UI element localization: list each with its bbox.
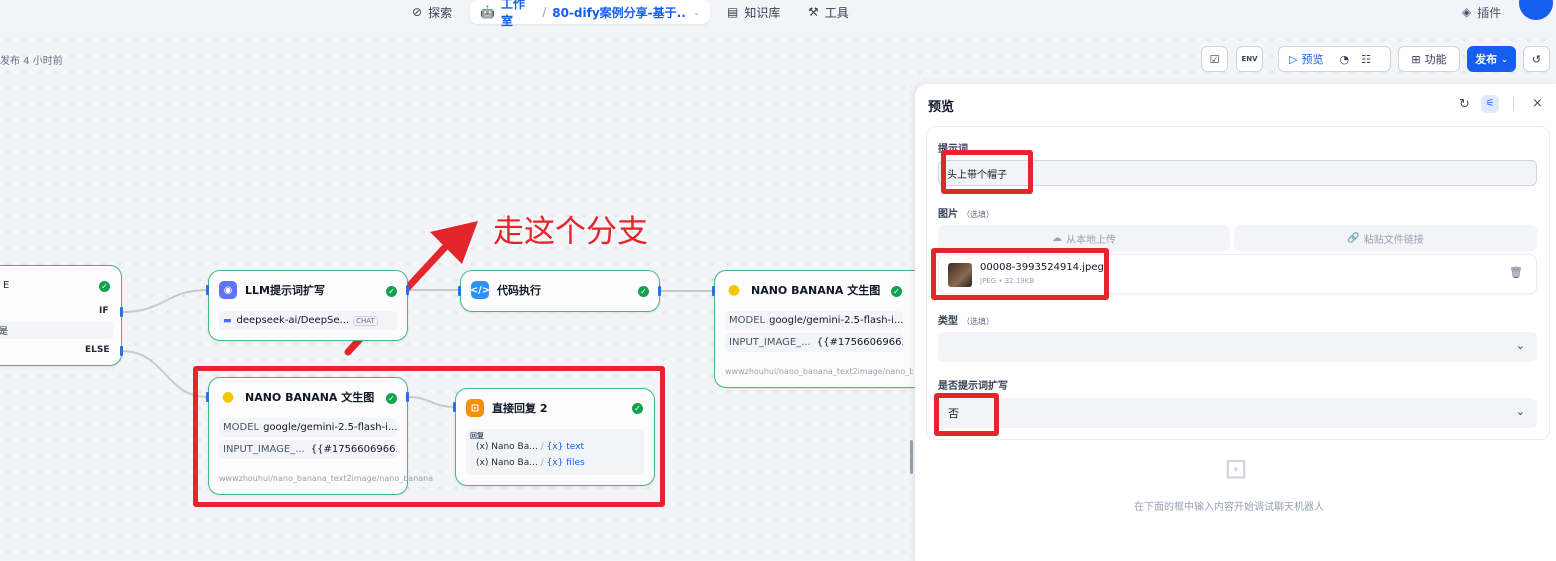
check-icon: ✓ [638, 286, 649, 297]
cube-icon: ◈ [1462, 5, 1472, 19]
edge-if-llm [121, 289, 209, 313]
image-label-text: 图片 [938, 209, 958, 220]
else-handle[interactable] [120, 346, 123, 356]
llm-node-header: ◉ LLM提示词扩写 [219, 281, 325, 299]
restart-icon[interactable]: ↻ [1459, 97, 1470, 112]
nav-plugins[interactable]: ◈ 插件 [1462, 2, 1501, 22]
llm-model-name: deepseek-ai/DeepSe... [236, 315, 350, 326]
type-label: 类型 （选填） [938, 312, 994, 327]
close-icon[interactable]: × [1532, 96, 1543, 111]
type-label-text: 类型 [938, 316, 958, 327]
nano-top-model-field: MODEL google/gemini-2.5-flash-i... [725, 311, 903, 330]
upload-local-label: 从本地上传 [1066, 234, 1116, 246]
upload-cloud-icon: ☁ [1052, 232, 1062, 244]
model-value: google/gemini-2.5-flash-i... [769, 315, 903, 326]
banana-icon: ● [727, 282, 741, 298]
link-icon: 🔗 [1347, 232, 1360, 244]
publish-button[interactable]: 发布 ⌄ [1467, 46, 1516, 72]
env-variables-button[interactable]: ENV [1236, 46, 1263, 72]
llm-input-handle[interactable] [206, 285, 209, 295]
code-output-handle[interactable] [658, 286, 661, 296]
trash-icon[interactable]: 🗑 [1509, 266, 1523, 279]
condition-row: 是 [0, 322, 113, 339]
preview-button[interactable]: 预览 [1301, 51, 1323, 67]
preview-title: 预览 [928, 100, 955, 115]
model-label: MODEL [729, 315, 766, 326]
if-else-node[interactable]: ✓ E IF 是 ELSE [0, 265, 122, 366]
llm-output-handle[interactable] [406, 285, 409, 295]
divider [1513, 96, 1514, 110]
code-node-header: </> 代码执行 [470, 281, 541, 299]
chatbot-icon: ⊡ [1224, 452, 1248, 485]
check-icon: ✓ [99, 281, 110, 292]
llm-model-field: ▬ deepseek-ai/DeepSe... CHAT [219, 311, 397, 330]
history-icon: ↺ [1531, 52, 1542, 66]
preview-toolbar-group: ▷ 预览 ◔ ☷ [1278, 46, 1391, 72]
nano-top-header: ● NANO BANANA 文生图 [725, 281, 880, 299]
annotation-highlight-branch [193, 366, 665, 507]
nano-top-input-field: INPUT_IMAGE_... {{#1756606966... [725, 333, 903, 352]
input-value: {{#1756606966... [816, 337, 903, 348]
chevron-down-icon: ⌄ [1515, 339, 1525, 352]
code-node-title: 代码执行 [497, 284, 541, 297]
env-icon: ENV [1241, 55, 1258, 63]
nano-top-source: wwwzhouhui/nano_banana_text2image/nano_b [725, 367, 913, 376]
if-handle[interactable] [120, 307, 123, 317]
nav-plugins-label: 插件 [1477, 5, 1502, 20]
panel-resize-handle[interactable] [910, 440, 913, 474]
llm-icon: ◉ [219, 281, 237, 299]
if-node-title-partial: E [3, 280, 10, 291]
version-history-button[interactable]: ↺ [1523, 46, 1550, 72]
list-icon[interactable]: ☷ [1361, 53, 1371, 66]
annotation-highlight-file [931, 248, 1109, 300]
type-select[interactable]: ⌄ [938, 332, 1537, 362]
checklist-button[interactable]: ☑ [1201, 46, 1228, 72]
history-run-icon[interactable]: ◔ [1339, 53, 1349, 66]
if-label: IF [99, 306, 109, 316]
nano-banana-node-top[interactable]: ● NANO BANANA 文生图 ✓ MODEL google/gemini-… [714, 270, 915, 388]
paste-link-label: 粘贴文件链接 [1363, 234, 1424, 246]
paste-link-button[interactable]: 🔗 粘贴文件链接 [1234, 225, 1537, 251]
optional-hint: （选填） [962, 317, 994, 326]
llm-mode-badge: CHAT [353, 315, 378, 326]
else-label: ELSE [85, 345, 110, 355]
play-icon[interactable]: ▷ [1289, 53, 1297, 66]
empty-hint: 在下面的框中输入内容开始调试聊天机器人 [1134, 502, 1324, 513]
nano-top-input-handle[interactable] [712, 286, 715, 296]
image-label: 图片 （选填） [938, 205, 994, 220]
features-label: 功能 [1424, 53, 1447, 66]
features-button[interactable]: ⊞ 功能 [1398, 46, 1460, 72]
annotation-label: 走这个分支 [493, 214, 648, 250]
variables-toggle-icon[interactable]: ⚟ [1481, 95, 1499, 113]
nano-top-title: NANO BANANA 文生图 [751, 284, 881, 297]
code-node[interactable]: </> 代码执行 ✓ [460, 270, 660, 312]
annotation-highlight-prompt [941, 150, 1033, 194]
code-input-handle[interactable] [458, 286, 461, 296]
chevron-down-icon: ⌄ [1501, 54, 1508, 64]
code-icon: </> [470, 281, 490, 299]
chevron-down-icon: ⌄ [1515, 405, 1525, 418]
input-label: INPUT_IMAGE_... [729, 337, 811, 348]
optional-hint: （选填） [962, 210, 994, 219]
condition-text: 是 [0, 327, 9, 337]
features-icon: ⊞ [1411, 52, 1421, 66]
checklist-icon: ☑ [1209, 52, 1220, 66]
publish-label: 发布 [1475, 53, 1498, 66]
annotation-highlight-expand [934, 393, 999, 436]
expand-label: 是否提示词扩写 [938, 381, 1008, 392]
llm-node[interactable]: ◉ LLM提示词扩写 ✓ ▬ deepseek-ai/DeepSe... CHA… [208, 270, 408, 341]
check-icon: ✓ [386, 286, 397, 297]
deepseek-icon: ▬ [223, 315, 232, 326]
expand-select[interactable]: 否 ⌄ [938, 398, 1537, 428]
llm-node-title: LLM提示词扩写 [245, 284, 325, 297]
check-icon: ✓ [891, 286, 902, 297]
